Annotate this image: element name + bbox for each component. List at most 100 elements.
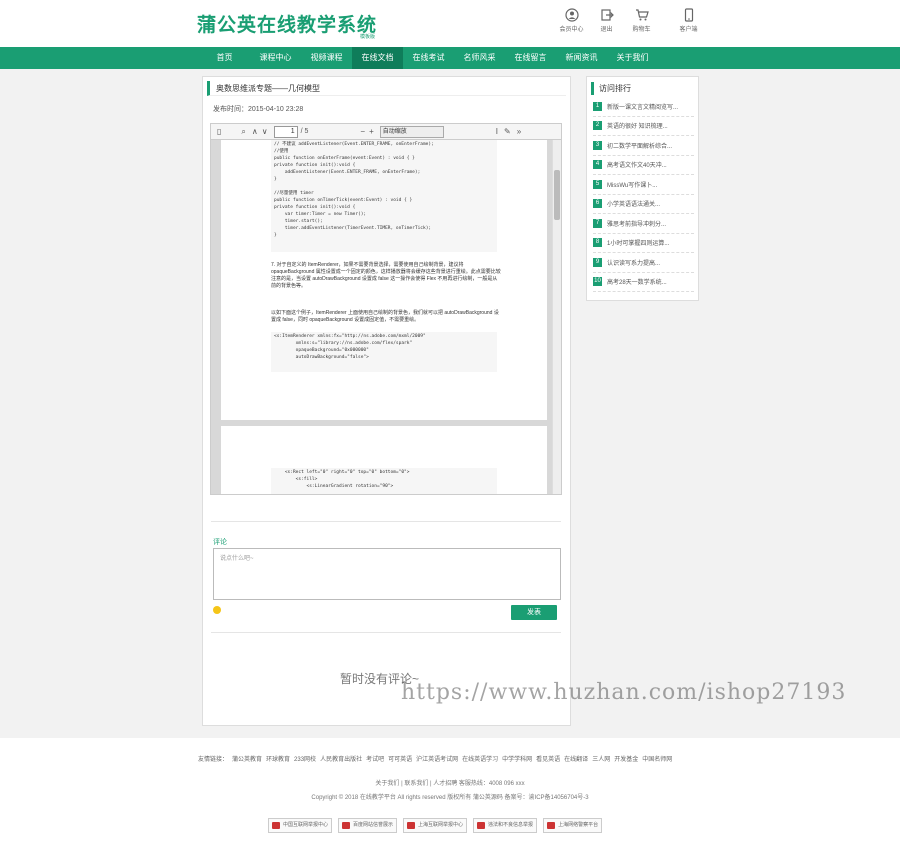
friend-link[interactable]: 233网校 <box>294 757 316 763</box>
friend-link[interactable]: 蒲公英教育 <box>232 757 262 763</box>
rank-title: 高考语文作文40天冲... <box>607 163 667 170</box>
code-block: <s:ItemRenderer xmlns:fx="http://ns.adob… <box>271 332 497 372</box>
cyber-police-badge[interactable]: 上海网络警察平台 <box>543 818 603 833</box>
scroll-thumb[interactable] <box>554 170 560 220</box>
friend-link[interactable]: 环球教育 <box>266 757 290 763</box>
rank-number: 10 <box>593 277 602 287</box>
search-icon[interactable]: ⌕ <box>241 124 245 140</box>
client-link[interactable]: 客户端 <box>672 8 705 33</box>
rank-title: 英语的很好 知识梳理... <box>607 124 668 131</box>
next-page-icon[interactable]: ∨ <box>262 124 268 140</box>
member-center-link[interactable]: 会员中心 <box>555 8 588 33</box>
pdf-toolbar: ▯ ⌕ ∧ ∨ 1 / 5 − + 自动缩放 I ✎ » <box>211 124 561 140</box>
nav-news[interactable]: 新闻资讯 <box>556 47 607 69</box>
logo[interactable]: 蒲公英在线教学系统 模板版 <box>197 10 387 44</box>
draw-tool-icon[interactable]: ✎ <box>504 124 511 140</box>
code-block: <s:Rect left="0" right="0" top="0" botto… <box>271 468 497 494</box>
friend-link[interactable]: 三人网 <box>592 757 610 763</box>
comment-label: 评论 <box>213 539 227 546</box>
friend-links-label: 友情链接： <box>198 757 229 763</box>
zoom-select[interactable]: 自动缩放 <box>379 125 444 138</box>
logout-icon <box>600 9 614 21</box>
user-icon <box>564 8 579 22</box>
rank-number: 6 <box>593 199 602 209</box>
friend-link[interactable]: 开发基金 <box>614 757 638 763</box>
logout-link[interactable]: 退出 <box>590 8 623 33</box>
friend-link[interactable]: 可可英语 <box>388 757 412 763</box>
ranking-item[interactable]: 6 小学英语语法通关... <box>593 195 694 214</box>
friend-link[interactable]: 看见英语 <box>536 757 560 763</box>
illegal-info-badge[interactable]: 违法和不良信息举报 <box>473 818 538 833</box>
shanghai-report-badge[interactable]: 上海互联网举报中心 <box>403 818 468 833</box>
doc-paragraph: 以如下面这个例子，ItemRenderer 上面使用自己绘制的背景色，我们就可以… <box>271 310 499 323</box>
nav-about[interactable]: 关于我们 <box>607 47 658 69</box>
cart-icon <box>635 9 649 21</box>
member-center-label: 会员中心 <box>559 27 584 33</box>
nav-exams[interactable]: 在线考试 <box>403 47 454 69</box>
watermark: https://www.huzhan.com/ishop27193 <box>401 680 847 705</box>
ranking-item[interactable]: 4 高考语文作文40天冲... <box>593 156 694 175</box>
main-nav: 首页 课程中心 视频课程 在线文档 在线考试 名师风采 在线留言 新闻资讯 关于… <box>0 47 900 69</box>
footer: 友情链接： 蒲公英教育 环球教育 233网校 人民教育出版社 考试吧 可可英语 沪江英语考试网… <box>0 738 900 848</box>
rank-number: 9 <box>593 257 602 267</box>
footer-about: 关于我们 | 联系我们 | 人才招聘 客服热线：4008 096 xxx <box>375 781 525 787</box>
ranking-item[interactable]: 3 初二数学平面解析综合... <box>593 136 694 156</box>
rank-title: 小学英语语法通关... <box>607 202 661 209</box>
prev-page-icon[interactable]: ∧ <box>252 124 258 140</box>
nav-courses[interactable]: 课程中心 <box>250 47 301 69</box>
nav-teachers[interactable]: 名师风采 <box>454 47 505 69</box>
page-number-input[interactable]: 1 <box>273 125 298 138</box>
ranking-item[interactable]: 5 MissWu写作课卜... <box>593 175 694 195</box>
sidebar-toggle-icon[interactable]: ▯ <box>217 124 221 140</box>
publish-time: 发布时间：2015-04-10 23:28 <box>213 106 304 113</box>
logo-subtitle: 模板版 <box>360 34 376 40</box>
emoji-icon[interactable] <box>213 606 221 614</box>
cart-link[interactable]: 购物车 <box>625 8 658 33</box>
nav-home[interactable]: 首页 <box>199 47 250 69</box>
nav-documents[interactable]: 在线文档 <box>352 47 403 69</box>
friend-link[interactable]: 中国名师网 <box>642 757 672 763</box>
nav-videos[interactable]: 视频课程 <box>301 47 352 69</box>
zoom-in-icon[interactable]: + <box>369 124 374 140</box>
friend-link[interactable]: 在线翻译 <box>564 757 588 763</box>
friend-link[interactable]: 在线英语学习 <box>462 757 498 763</box>
text-tool-icon[interactable]: I <box>496 124 498 140</box>
footer-copyright: Copyright © 2018 在线教学平台 All rights reser… <box>311 795 589 801</box>
ranking-item[interactable]: 8 1小时可掌握四则运算... <box>593 234 694 253</box>
pdf-viewer[interactable]: ▯ ⌕ ∧ ∨ 1 / 5 − + 自动缩放 I ✎ » // 不建议 addE… <box>210 123 562 495</box>
cart-label: 购物车 <box>632 27 651 33</box>
logo-text: 蒲公英在线教学系统 <box>197 14 378 36</box>
ranking-item[interactable]: 10 高考28天一数学系统... <box>593 273 694 292</box>
ranking-item[interactable]: 9 认识读写系力提高... <box>593 253 694 273</box>
divider <box>211 521 561 522</box>
friend-link[interactable]: 中学学科网 <box>502 757 532 763</box>
friend-link[interactable]: 考试吧 <box>366 757 384 763</box>
report-center-badge[interactable]: 中国互联网举报中心 <box>268 818 333 833</box>
more-tools-icon[interactable]: » <box>517 124 521 140</box>
pdf-page-1: // 不建议 addEventListener(Event.ENTER_FRAM… <box>221 140 547 420</box>
rank-number: 8 <box>593 238 602 248</box>
friend-link[interactable]: 人民教育出版社 <box>320 757 362 763</box>
rank-number: 1 <box>593 101 602 111</box>
document-panel: 奥数思维派专题——几何模型 发布时间：2015-04-10 23:28 ▯ ⌕ … <box>202 76 571 726</box>
header: 蒲公英在线教学系统 模板版 会员中心 退出 购物车 客户端 <box>0 0 900 47</box>
ranking-item[interactable]: 7 雅思考前指导冲刺分... <box>593 214 694 234</box>
comment-input[interactable]: 说点什么吧~ <box>213 548 561 600</box>
zoom-out-icon[interactable]: − <box>360 124 365 140</box>
submit-comment-button[interactable]: 发表 <box>511 605 557 620</box>
rank-number: 5 <box>593 179 602 189</box>
mobile-icon <box>684 8 693 22</box>
logout-label: 退出 <box>600 27 613 33</box>
friend-links: 友情链接： 蒲公英教育 环球教育 233网校 人民教育出版社 考试吧 可可英语 沪江英语考试网… <box>198 754 676 763</box>
rank-number: 4 <box>593 160 602 170</box>
ranking-item[interactable]: 2 英语的很好 知识梳理... <box>593 117 694 136</box>
rank-title: 高考28天一数学系统... <box>607 280 667 287</box>
ranking-item[interactable]: 1 新版一课文言文精阅览写... <box>593 97 694 117</box>
code-block: // 不建议 addEventListener(Event.ENTER_FRAM… <box>271 140 497 252</box>
rank-title: 雅思考前指导冲刺分... <box>607 221 667 228</box>
viewer-scrollbar[interactable] <box>552 140 561 494</box>
nav-messages[interactable]: 在线留言 <box>505 47 556 69</box>
ranking-title: 访问排行 <box>591 82 696 95</box>
friend-link[interactable]: 沪江英语考试网 <box>416 757 458 763</box>
credibility-badge[interactable]: 百度网站信誉展示 <box>338 818 398 833</box>
